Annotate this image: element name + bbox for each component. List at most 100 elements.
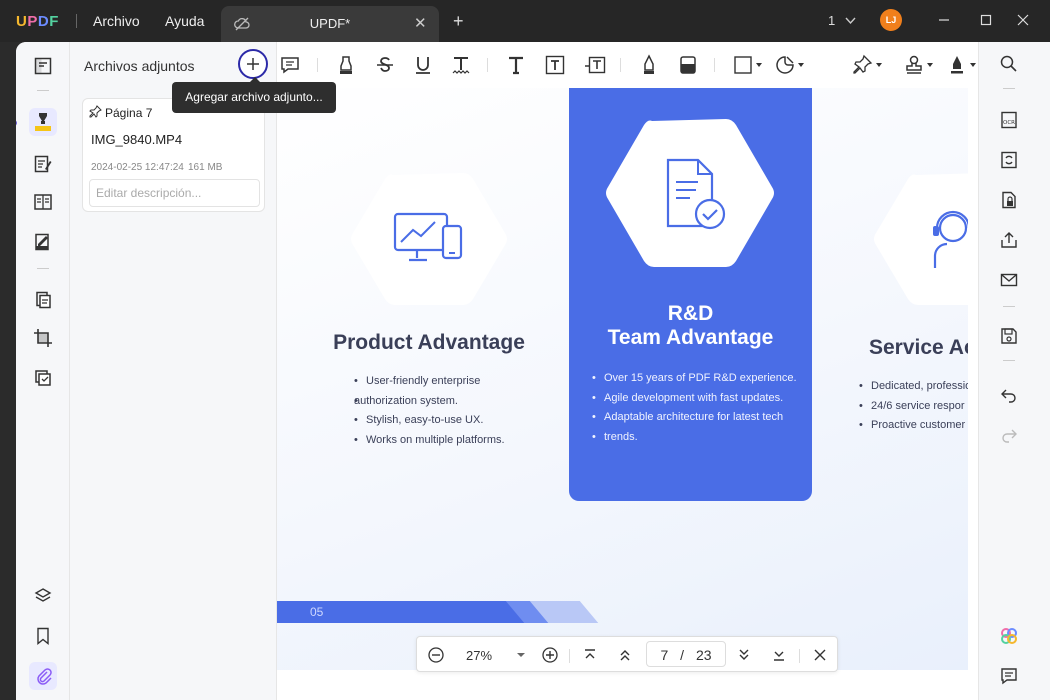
add-attachment-button[interactable] [238,49,268,79]
organize-pages-icon[interactable] [29,286,57,314]
zoom-in-icon[interactable] [541,645,559,665]
description-input[interactable] [89,179,260,207]
product-bullet-cont: authorization system. [354,394,458,407]
rnd-bullet: Agile development with fast updates. [592,389,802,409]
panel-title: Archivos adjuntos [84,58,195,74]
total-pages: 23 [695,647,712,663]
next-page-icon[interactable] [736,645,752,665]
plus-icon [247,58,259,70]
email-icon[interactable] [997,268,1021,292]
page-separator: / [680,647,685,663]
new-tab-icon[interactable]: + [453,11,464,32]
toolbar-separator [487,58,488,72]
attachment-page: Página 7 [105,106,153,120]
maximize-icon[interactable] [974,9,998,31]
minimize-icon[interactable] [932,9,956,31]
stamp-tool-icon[interactable] [903,52,935,78]
current-page: 7 [660,647,669,663]
app-window: Archivos adjuntos Página 7 IMG_9840.MP4 … [16,42,1050,700]
menu-ayuda[interactable]: Ayuda [165,13,204,29]
document-view[interactable]: Product Advantage User-friendly enterpri… [277,88,968,670]
zoom-value[interactable]: 27% [466,645,492,665]
signature-tool-icon[interactable] [946,52,978,78]
crop-icon[interactable] [29,324,57,352]
layers-icon[interactable] [29,582,57,610]
underline-icon[interactable] [412,52,434,78]
protect-icon[interactable] [997,188,1021,212]
previous-page-icon[interactable] [617,645,633,665]
tab-title: UPDF* [309,16,351,31]
close-window-icon[interactable] [1011,9,1035,31]
form-mode-icon[interactable] [29,188,57,216]
attachment-icon[interactable] [29,662,57,690]
document-check-icon [660,156,730,236]
pin-icon [89,105,102,118]
comment-mode-icon[interactable] [29,108,57,136]
toolbar-separator [620,58,621,72]
strikethrough-icon[interactable] [374,52,396,78]
text-callout-icon[interactable] [583,52,607,78]
text-tool-icon[interactable] [505,52,527,78]
ocr-icon[interactable]: OCR [997,108,1021,132]
shape-tool-icon[interactable] [732,52,764,78]
product-title: Product Advantage [333,331,525,354]
annotation-toolbar [277,42,978,88]
zoom-page-bar: 27% 7 / 23 [416,636,838,672]
rail-separator [37,268,49,269]
rnd-bullet: Adaptable architecture for latest tech [592,408,802,428]
title-bar: UPDF Archivo Ayuda UPDF* ✕ + 1 LJ [0,0,1050,42]
highlight-icon[interactable] [335,52,357,78]
eraser-icon[interactable] [677,52,699,78]
share-icon[interactable] [997,228,1021,252]
attachment-date: 2024-02-25 12:47:24 [91,162,184,173]
page-tools-icon[interactable] [29,364,57,392]
add-attachment-tooltip: Agregar archivo adjunto... [172,77,336,113]
service-bullets: Dedicated, professio 24/6 service respor… [859,377,968,436]
zoombar-separator [569,649,570,663]
last-page-icon[interactable] [771,645,787,665]
sticky-note-icon[interactable] [279,52,301,78]
page-number-box[interactable]: 7 / 23 [646,641,726,667]
rnd-bullets: Over 15 years of PDF R&D experience. Agi… [592,369,802,447]
pin-tool-icon[interactable] [852,52,884,78]
close-bar-icon[interactable] [812,645,828,665]
squiggly-icon[interactable] [450,52,472,78]
toolbar-separator [317,58,318,72]
attachment-card[interactable]: Página 7 IMG_9840.MP4 2024-02-25 12:47:2… [82,98,265,212]
avatar[interactable]: LJ [880,9,902,31]
comments-list-icon[interactable] [997,664,1021,688]
page-indicator[interactable]: 1 [828,13,856,28]
edit-mode-icon[interactable] [29,150,57,178]
rnd-bullet: Over 15 years of PDF R&D experience. [592,369,802,389]
undo-icon[interactable] [997,382,1021,406]
headset-support-icon [927,206,968,276]
search-icon[interactable] [997,52,1021,76]
zoom-out-icon[interactable] [427,645,445,665]
logo-letter: D [37,13,50,30]
left-tool-rail [16,42,70,700]
product-bullet: Stylish, easy-to-use UX. [354,411,554,431]
service-bullet: Proactive customer [859,416,968,436]
save-icon[interactable] [997,324,1021,348]
zoom-dropdown-icon[interactable] [516,645,526,665]
zoombar-separator [799,649,800,663]
redo-icon[interactable] [997,422,1021,446]
ai-assistant-icon[interactable] [997,624,1021,648]
reader-mode-icon[interactable] [29,52,57,80]
product-bullets: User-friendly enterprise authorization s… [354,372,554,450]
menu-archivo[interactable]: Archivo [93,13,140,29]
toolbar-separator [714,58,715,72]
sticker-tool-icon[interactable] [774,52,806,78]
tab-close-icon[interactable]: ✕ [414,14,427,32]
logo-letter: F [49,13,59,30]
updf-logo[interactable]: UPDF [16,13,59,30]
convert-icon[interactable] [997,148,1021,172]
sign-mode-icon[interactable] [29,228,57,256]
document-tab[interactable]: UPDF* ✕ [221,6,439,42]
textbox-icon[interactable] [544,52,566,78]
first-page-icon[interactable] [582,645,598,665]
pencil-icon[interactable] [638,52,660,78]
bookmark-icon[interactable] [29,622,57,650]
product-bullet: User-friendly enterprise [354,372,554,392]
rnd-bullet-cont-text: trends. [604,430,638,443]
